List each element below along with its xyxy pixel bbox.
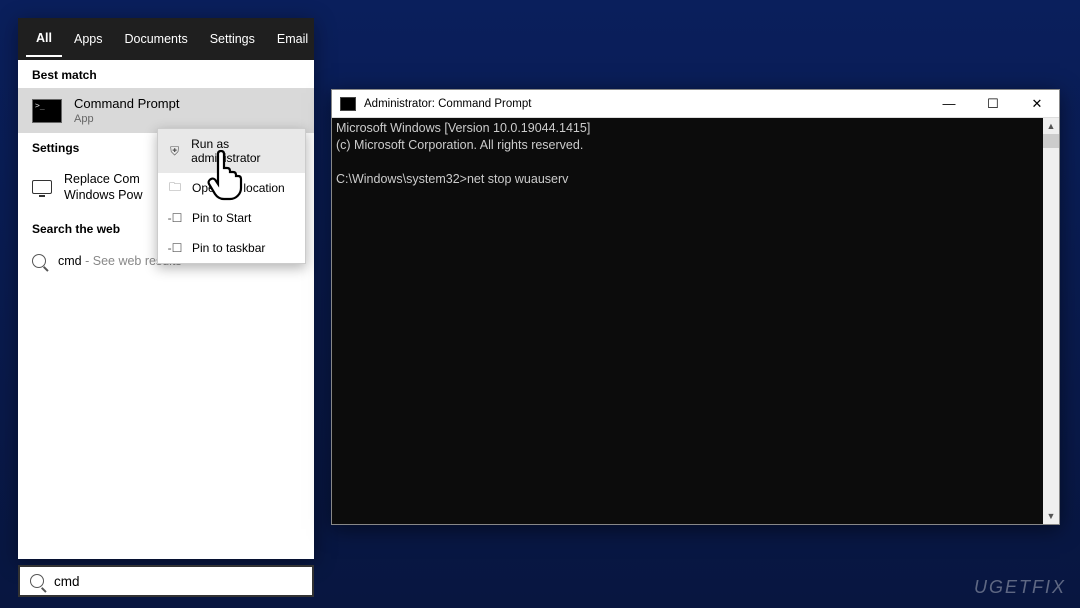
terminal-line: (c) Microsoft Corporation. All rights re… (336, 137, 1055, 154)
command-prompt-window: Administrator: Command Prompt — ☐ ✕ Micr… (331, 89, 1060, 525)
context-pin-to-taskbar[interactable]: -☐ Pin to taskbar (158, 233, 305, 263)
terminal-output[interactable]: Microsoft Windows [Version 10.0.19044.14… (332, 118, 1059, 524)
command-prompt-icon (32, 99, 62, 123)
watermark: UGETFIX (974, 577, 1066, 598)
terminal-line (336, 154, 1055, 171)
context-item-label: Open file location (192, 181, 285, 195)
tab-apps[interactable]: Apps (64, 22, 113, 56)
search-input[interactable] (54, 574, 302, 589)
scrollbar-thumb[interactable] (1043, 134, 1059, 148)
folder-icon: 🗀 (168, 181, 182, 195)
search-icon (30, 574, 44, 588)
pin-start-icon: -☐ (168, 211, 182, 225)
search-icon (32, 254, 46, 268)
best-match-title: Command Prompt (74, 96, 179, 111)
context-open-file-location[interactable]: 🗀 Open file location (158, 173, 305, 203)
minimize-button[interactable]: — (927, 90, 971, 118)
context-item-label: Pin to Start (192, 211, 251, 225)
close-button[interactable]: ✕ (1015, 90, 1059, 118)
context-run-as-admin[interactable]: ⛨ Run as administrator (158, 129, 305, 173)
window-titlebar[interactable]: Administrator: Command Prompt — ☐ ✕ (332, 90, 1059, 118)
search-box[interactable] (18, 565, 314, 597)
context-pin-to-start[interactable]: -☐ Pin to Start (158, 203, 305, 233)
maximize-button[interactable]: ☐ (971, 90, 1015, 118)
tab-email[interactable]: Email (267, 22, 318, 56)
admin-shield-icon: ⛨ (168, 144, 181, 158)
monitor-icon (32, 180, 52, 194)
scroll-down-icon[interactable]: ▼ (1043, 508, 1059, 524)
terminal-scrollbar[interactable]: ▲ ▼ (1043, 118, 1059, 524)
settings-result-text: Replace ComWindows Pow (64, 171, 143, 204)
window-icon (340, 97, 356, 111)
tab-documents[interactable]: Documents (114, 22, 197, 56)
tab-settings[interactable]: Settings (200, 22, 265, 56)
scroll-up-icon[interactable]: ▲ (1043, 118, 1059, 134)
context-menu: ⛨ Run as administrator 🗀 Open file locat… (157, 128, 306, 264)
best-match-header: Best match (18, 60, 314, 88)
best-match-subtitle: App (74, 113, 179, 125)
pin-taskbar-icon: -☐ (168, 241, 182, 255)
best-match-item[interactable]: Command Prompt App (18, 88, 314, 133)
search-filter-tabs: All Apps Documents Settings Email (18, 18, 314, 60)
tab-all[interactable]: All (26, 21, 62, 57)
context-item-label: Run as administrator (191, 137, 295, 165)
start-search-panel: All Apps Documents Settings Email Best m… (18, 18, 314, 559)
terminal-line: Microsoft Windows [Version 10.0.19044.14… (336, 120, 1055, 137)
context-item-label: Pin to taskbar (192, 241, 265, 255)
terminal-line: C:\Windows\system32>net stop wuauserv (336, 171, 1055, 188)
window-title: Administrator: Command Prompt (364, 98, 531, 110)
